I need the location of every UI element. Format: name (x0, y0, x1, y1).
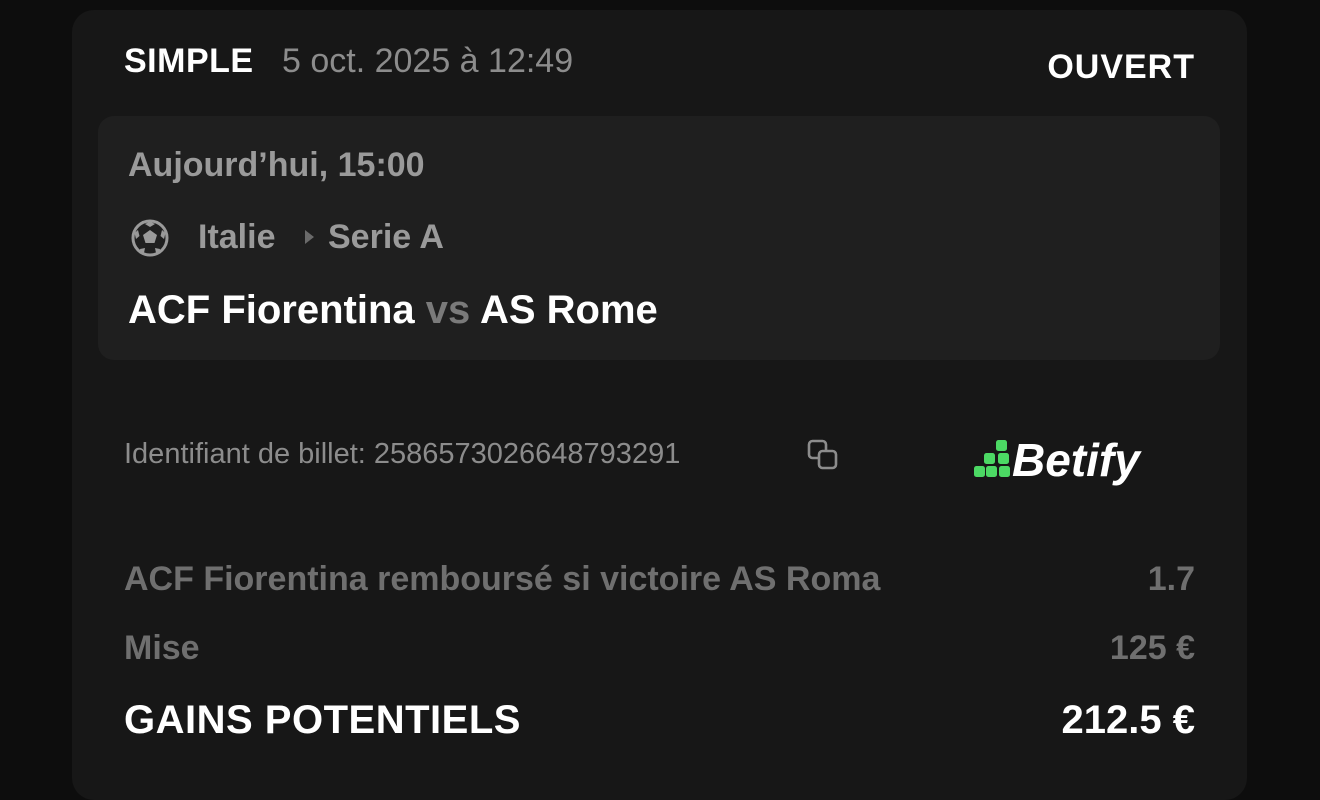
bet-ticket-card: SIMPLE 5 oct. 2025 à 12:49 OUVERT Aujour… (72, 10, 1247, 800)
event-teams: ACF Fiorentina vs AS Rome (128, 288, 658, 333)
potential-gains-label: GAINS POTENTIELS (124, 698, 521, 742)
ticket-id: Identifiant de billet: 25865730266487932… (124, 438, 681, 470)
soccer-ball-icon (131, 219, 169, 257)
logo-text: Betify (1012, 434, 1142, 486)
stake-value: 125 € (1109, 629, 1195, 667)
copy-icon[interactable] (806, 438, 840, 472)
stake-label: Mise (124, 629, 200, 667)
home-team: ACF Fiorentina (128, 288, 415, 332)
bet-date: 5 oct. 2025 à 12:49 (282, 42, 574, 80)
bet-type-label: SIMPLE (124, 42, 254, 80)
away-team: AS Rome (479, 288, 658, 332)
event-time: Aujourd’hui, 15:00 (128, 146, 425, 184)
event-country: Italie (198, 218, 276, 256)
chevron-right-icon (305, 230, 314, 244)
event-league: Serie A (328, 218, 444, 256)
status-badge: OUVERT (1047, 48, 1195, 86)
potential-gains-value: 212.5 € (1061, 698, 1195, 742)
betify-logo: Betify (974, 434, 1142, 486)
selection-label: ACF Fiorentina remboursé si victoire AS … (124, 560, 881, 598)
selection-odds: 1.7 (1147, 560, 1195, 598)
event-panel[interactable]: Aujourd’hui, 15:00 Italie Serie A ACF Fi… (98, 116, 1220, 360)
vs-separator: vs (425, 288, 471, 332)
